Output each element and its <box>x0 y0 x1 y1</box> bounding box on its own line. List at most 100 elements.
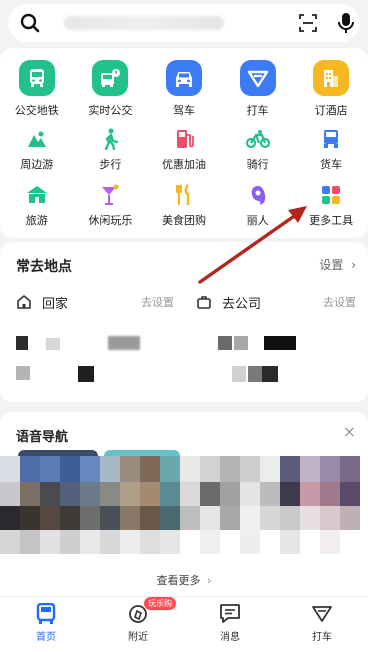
chevron-right-icon: › <box>207 574 212 587</box>
food-icon <box>171 182 197 208</box>
mosaic-tile <box>220 482 240 506</box>
obscured-block <box>16 336 28 350</box>
tab-home[interactable]: 首页 <box>0 597 92 652</box>
more-tools-icon <box>318 182 344 208</box>
bus-icon <box>18 60 55 96</box>
service-nearby-tour[interactable]: 周边游 <box>0 126 74 174</box>
message-icon <box>220 604 240 623</box>
service-drive[interactable]: 驾车 <box>147 60 221 120</box>
mosaic-tile <box>240 456 260 482</box>
mosaic-tile <box>180 506 200 530</box>
service-taxi[interactable]: 打车 <box>221 60 295 120</box>
obscured-block <box>46 338 60 350</box>
service-leisure[interactable]: 休闲玩乐 <box>74 182 148 230</box>
more-label: 查看更多 <box>156 574 201 587</box>
service-hotel[interactable]: 订酒店 <box>294 60 368 120</box>
obscured-block <box>232 366 246 382</box>
tab-nearby[interactable]: 玩乐购 附近 <box>92 597 184 652</box>
fuel-icon <box>171 126 197 152</box>
service-label: 丽人 <box>246 214 269 227</box>
bike-icon <box>245 126 271 152</box>
place-home[interactable]: 回家 去设置 <box>16 290 186 314</box>
place-home-set-button[interactable]: 去设置 <box>141 294 174 310</box>
mosaic-tile <box>80 482 100 506</box>
mosaic-tile <box>240 530 260 554</box>
mosaic-tile <box>280 530 300 554</box>
service-label: 实时公交 <box>88 104 133 117</box>
mosaic-tile <box>160 456 180 482</box>
mosaic-tile <box>200 506 220 530</box>
search-placeholder-obscured[interactable] <box>64 16 224 30</box>
briefcase-icon <box>197 296 211 309</box>
service-label: 货车 <box>320 158 343 171</box>
mosaic-tile <box>140 482 160 506</box>
mosaic-tile <box>120 456 140 482</box>
service-label: 步行 <box>99 158 122 171</box>
mosaic-tile <box>0 456 20 482</box>
obscured-block <box>16 366 30 380</box>
mosaic-tile <box>140 456 160 482</box>
service-fuel[interactable]: 优惠加油 <box>147 126 221 174</box>
service-walk[interactable]: 步行 <box>74 126 148 174</box>
voice-pack-thumbnails-obscured[interactable] <box>0 450 368 576</box>
leisure-icon <box>97 182 123 208</box>
mosaic-tile <box>340 506 360 530</box>
frequent-places-card: 常去地点 设置 › 回家 去设置 去公司 去设置 <box>0 242 368 402</box>
service-label: 更多工具 <box>309 214 354 227</box>
mosaic-tile <box>100 506 120 530</box>
frequent-places-title: 常去地点 <box>16 259 72 275</box>
place-work-label: 去公司 <box>222 296 262 312</box>
voice-nav-more-link[interactable]: 查看更多 › <box>0 572 368 588</box>
secondary-services-row-2: 旅游 休闲玩乐 美食团购 丽人 更多工具 <box>0 182 368 230</box>
mosaic-tile <box>40 506 60 530</box>
mosaic-tile <box>140 530 160 554</box>
service-realtime-bus[interactable]: 实时公交 <box>74 60 148 120</box>
place-work[interactable]: 去公司 去设置 <box>196 290 356 314</box>
mosaic-tile <box>0 482 20 506</box>
tab-taxi[interactable]: 打车 <box>276 597 368 652</box>
mic-icon[interactable] <box>336 12 356 34</box>
mosaic-tile <box>60 530 80 554</box>
service-label: 周边游 <box>20 158 54 171</box>
close-icon[interactable]: × <box>343 422 356 441</box>
mosaic-tile <box>0 530 20 554</box>
tab-label: 消息 <box>220 632 240 643</box>
travel-icon <box>24 182 50 208</box>
service-more-tools[interactable]: 更多工具 <box>294 182 368 230</box>
mosaic-tile <box>160 506 180 530</box>
tab-label: 附近 <box>128 632 148 643</box>
service-label: 骑行 <box>246 158 269 171</box>
mosaic-tile <box>260 506 280 530</box>
mosaic-tile <box>300 506 320 530</box>
service-truck[interactable]: 货车 <box>294 126 368 174</box>
mosaic-tile <box>280 456 300 482</box>
mosaic-tile <box>0 506 20 530</box>
mosaic-tile <box>240 482 260 506</box>
mosaic-tile <box>100 530 120 554</box>
service-label: 订酒店 <box>314 104 348 117</box>
mosaic-tile <box>200 530 220 554</box>
mosaic-tile <box>80 456 100 482</box>
mosaic-tile <box>320 456 340 482</box>
place-work-set-button[interactable]: 去设置 <box>323 294 356 310</box>
service-travel[interactable]: 旅游 <box>0 182 74 230</box>
mosaic-tile <box>20 456 40 482</box>
service-beauty[interactable]: 丽人 <box>221 182 295 230</box>
search-icon[interactable] <box>20 13 40 33</box>
beauty-icon <box>245 182 271 208</box>
service-bike[interactable]: 骑行 <box>221 126 295 174</box>
mosaic-tile <box>20 506 40 530</box>
tab-messages[interactable]: 消息 <box>184 597 276 652</box>
service-bus-metro[interactable]: 公交地铁 <box>0 60 74 120</box>
search-bar[interactable] <box>8 4 360 42</box>
tab-label: 打车 <box>312 632 332 643</box>
taxi-tab-icon <box>312 606 332 622</box>
mosaic-tile <box>80 506 100 530</box>
mosaic-tile <box>300 482 320 506</box>
mosaic-tile <box>120 530 140 554</box>
frequent-places-settings-link[interactable]: 设置 › <box>319 256 356 273</box>
mosaic-tile <box>60 482 80 506</box>
mosaic-tile <box>40 456 60 482</box>
scan-icon[interactable] <box>298 13 318 33</box>
service-food[interactable]: 美食团购 <box>147 182 221 230</box>
